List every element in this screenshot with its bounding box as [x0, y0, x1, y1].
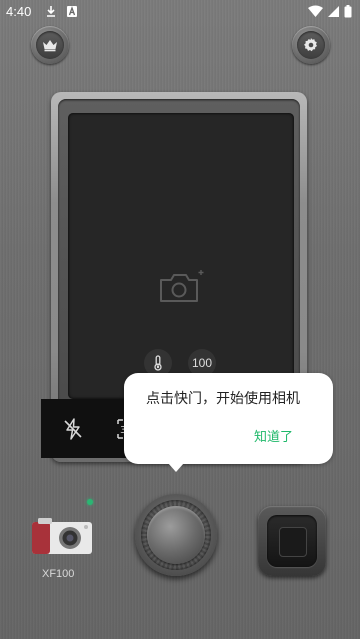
- status-led: [87, 499, 93, 505]
- gear-icon: [304, 38, 317, 52]
- thermometer-icon: [154, 355, 162, 371]
- gallery-button[interactable]: [258, 506, 326, 576]
- wifi-icon: [308, 5, 323, 17]
- shutter-tip-dialog: 点击快门，开始使用相机 知道了: [124, 373, 333, 472]
- gallery-button-face: [267, 515, 317, 567]
- tip-message: 点击快门，开始使用相机: [146, 391, 300, 407]
- camera-model-label: XF100: [42, 568, 75, 580]
- camera-model-thumbnail[interactable]: [30, 516, 94, 556]
- download-icon: [47, 6, 55, 17]
- status-bar: 4:40: [0, 0, 360, 24]
- signal-icon: [328, 6, 339, 17]
- status-time: 4:40: [6, 4, 32, 19]
- premium-button[interactable]: [31, 26, 69, 64]
- settings-button[interactable]: [292, 26, 330, 64]
- flash-off-icon[interactable]: [63, 418, 83, 440]
- status-right: [308, 5, 352, 18]
- viewfinder-screen[interactable]: 100: [68, 113, 294, 399]
- settings-button-face: [297, 31, 325, 59]
- shutter-dial[interactable]: [135, 494, 217, 576]
- crown-icon: [43, 40, 57, 52]
- camera-icon: [160, 270, 204, 302]
- shutter-button[interactable]: [147, 506, 205, 564]
- tip-confirm-button[interactable]: 知道了: [254, 426, 293, 445]
- gallery-button-core: [279, 527, 307, 557]
- a-badge-icon: [67, 6, 77, 17]
- premium-button-face: [36, 31, 64, 59]
- battery-icon: [344, 5, 352, 18]
- camera-body: 4:40 100 点击快门，开始使用相机 知道了 XF100: [0, 0, 360, 639]
